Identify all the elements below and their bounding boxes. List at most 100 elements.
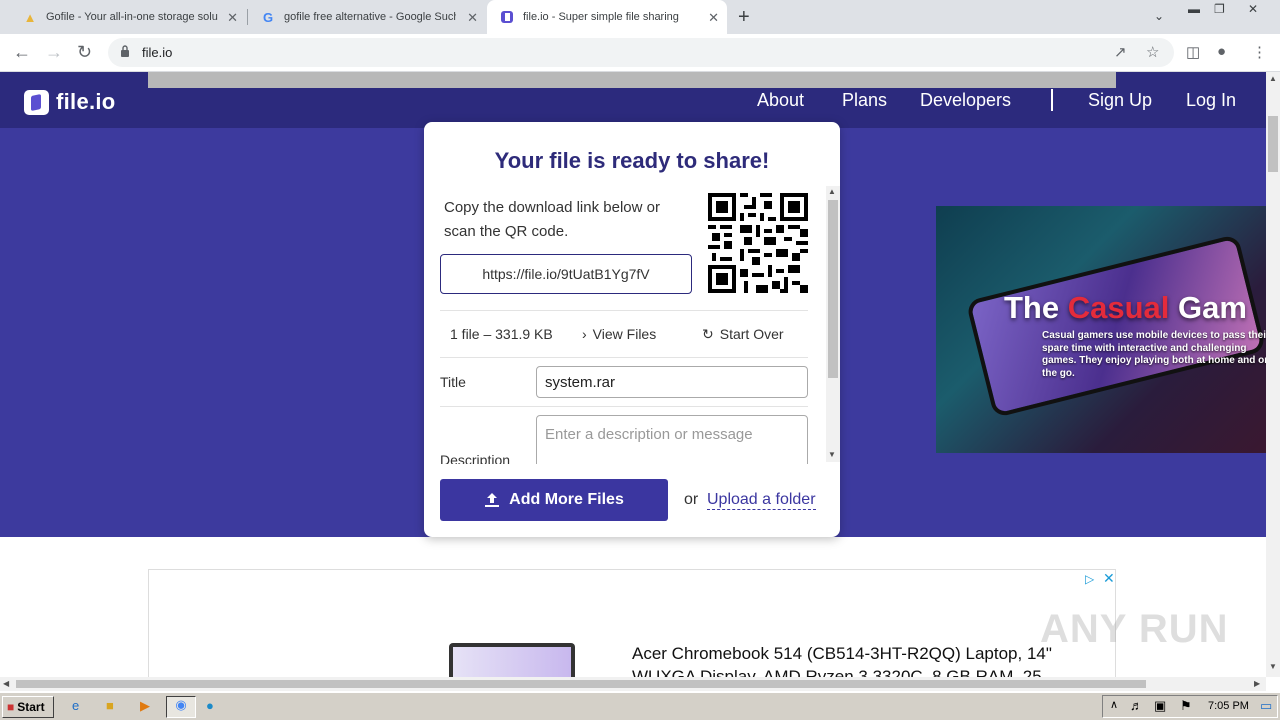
phone-image [965, 233, 1266, 419]
forward-icon[interactable]: → [45, 42, 63, 63]
scroll-down-icon[interactable]: ▼ [828, 450, 836, 459]
game-ad[interactable]: The Casual Gam Casual gamers use mobile … [936, 206, 1266, 453]
vertical-scrollbar-thumb[interactable] [1268, 116, 1278, 172]
add-more-files-button[interactable]: Add More Files [440, 479, 668, 521]
chevron-right-icon: › [582, 326, 587, 342]
close-icon[interactable]: ✕ [467, 10, 478, 26]
profile-icon[interactable]: ● [1217, 43, 1226, 60]
title-label: Title [440, 374, 466, 390]
close-icon[interactable]: ✕ [227, 10, 238, 26]
ie-icon[interactable]: e [72, 698, 79, 713]
side-panel-icon[interactable]: ◫ [1186, 43, 1200, 61]
laptop-screen [453, 647, 571, 677]
close-icon[interactable]: ✕ [708, 10, 719, 26]
page-horizontal-scrollbar[interactable]: ◀ ▶ [0, 677, 1266, 691]
share-card: Your file is ready to share! Copy the do… [424, 122, 840, 537]
ad-headline: The Casual Gam [1004, 290, 1247, 326]
nav-plans[interactable]: Plans [842, 90, 887, 111]
tab-title: Gofile - Your all-in-one storage soluti [46, 11, 218, 23]
scroll-down-icon[interactable]: ▼ [1269, 662, 1277, 671]
windows-logo-icon: ■ [7, 700, 15, 714]
scroll-up-icon[interactable]: ▲ [828, 187, 836, 196]
media-player-icon[interactable]: ▶ [140, 698, 150, 714]
folder-icon: ▲ [23, 9, 37, 25]
show-desktop-icon[interactable]: ▭ [1260, 698, 1272, 714]
divider [440, 357, 808, 358]
start-over-label: Start Over [719, 326, 784, 342]
copy-instructions: Copy the download link below or scan the… [444, 199, 660, 240]
refresh-icon: ↻ [702, 326, 714, 342]
add-more-files-label: Add More Files [509, 491, 624, 508]
ad-headline-part: The [1004, 290, 1068, 325]
edge-icon[interactable]: ● [206, 698, 214, 713]
ad-close-icon[interactable]: ✕ [1103, 570, 1115, 587]
restore-icon[interactable]: ❐ [1214, 2, 1225, 16]
webpage: file.io About Plans Developers Sign Up L… [0, 72, 1266, 677]
nav-about[interactable]: About [757, 90, 804, 111]
scroll-up-icon[interactable]: ▲ [1269, 74, 1277, 83]
start-button[interactable]: ■ Start [2, 696, 54, 718]
laptop-image [449, 643, 575, 677]
nav-login[interactable]: Log In [1186, 90, 1236, 111]
tab-fileio[interactable]: file.io - Super simple file sharing ✕ [487, 0, 727, 34]
scroll-left-icon[interactable]: ◀ [3, 679, 9, 688]
nav-developers[interactable]: Developers [920, 90, 1011, 111]
google-icon: G [262, 9, 274, 25]
qr-code [708, 193, 808, 293]
tray-expand-icon[interactable]: ∧ [1110, 698, 1118, 711]
tab-gofile[interactable]: ▲ Gofile - Your all-in-one storage solut… [10, 0, 246, 34]
tab-title: file.io - Super simple file sharing [523, 11, 679, 23]
share-icon[interactable]: ↗ [1114, 43, 1127, 61]
fileio-logo-icon [24, 89, 49, 115]
title-input[interactable] [536, 366, 808, 398]
download-link-field[interactable]: https://file.io/9tUatB1Yg7fV [440, 254, 692, 294]
card-scrollbar[interactable]: ▲ ▼ [826, 186, 840, 462]
tab-title: gofile free alternative - Google Suche [284, 11, 456, 23]
volume-icon[interactable]: ♬ [1130, 698, 1143, 713]
ad-subtext: Casual gamers use mobile devices to pass… [1042, 330, 1266, 379]
nav-divider [1051, 89, 1053, 111]
page-vertical-scrollbar[interactable]: ▲ ▼ [1266, 72, 1280, 677]
folder-icon[interactable]: ■ [106, 698, 114, 713]
chrome-icon[interactable]: ◉ [166, 696, 196, 718]
bookmark-star-icon[interactable]: ☆ [1146, 43, 1159, 61]
network-icon[interactable]: ▣ [1154, 698, 1166, 714]
tab-strip: ▲ Gofile - Your all-in-one storage solut… [0, 0, 1280, 34]
scroll-right-icon[interactable]: ▶ [1254, 679, 1260, 688]
ad-product-title[interactable]: Acer Chromebook 514 (CB514-3HT-R2QQ) Lap… [632, 644, 1052, 664]
start-over-link[interactable]: ↻ Start Over [702, 326, 784, 343]
lock-icon[interactable] [120, 45, 130, 57]
minimize-icon[interactable]: ▬ [1188, 2, 1200, 16]
chevron-down-icon[interactable]: ⌄ [1154, 9, 1164, 23]
upload-folder-link[interactable]: Upload a folder [707, 491, 816, 510]
or-label: or [684, 491, 699, 508]
card-scroll-area[interactable]: Copy the download link below or scan the… [440, 188, 836, 464]
browser-toolbar: ← → ↻ file.io ↗ ☆ ◫ ● ⋮ [0, 34, 1280, 72]
window-close-icon[interactable]: ✕ [1248, 2, 1258, 16]
top-ad-strip [148, 72, 1116, 88]
flag-icon[interactable]: ⚑ [1180, 698, 1192, 714]
tab-google[interactable]: G gofile free alternative - Google Suche… [248, 0, 486, 34]
menu-icon[interactable]: ⋮ [1252, 43, 1267, 61]
watermark: ANY RUN [1040, 607, 1229, 651]
logo-text: file.io [56, 89, 116, 114]
ad-headline-part: Gam [1169, 290, 1247, 325]
nav-signup[interactable]: Sign Up [1088, 90, 1152, 111]
ad-product-subtitle[interactable]: WUXGA Display, AMD Ryzen 3 3320C, 8 GB R… [632, 667, 1042, 677]
adchoices-icon[interactable]: ▷ [1085, 572, 1094, 586]
view-files-link[interactable]: › View Files [582, 326, 656, 342]
back-icon[interactable]: ← [13, 42, 31, 63]
product-ad[interactable]: ▷ ✕ Acer Chromebook 514 (CB514-3HT-R2QQ)… [148, 569, 1116, 677]
ad-headline-highlight: Casual [1067, 290, 1170, 325]
windows-taskbar: ■ Start e ■ ▶ ◉ ● ∧ ♬ ▣ ⚑ 7:05 PM ▭ [0, 692, 1280, 720]
new-tab-icon[interactable]: + [738, 6, 750, 29]
description-input[interactable] [536, 415, 808, 464]
description-label: Description [440, 452, 511, 464]
site-logo[interactable]: file.io [24, 89, 116, 115]
url-text: file.io [142, 45, 173, 60]
reload-icon[interactable]: ↻ [77, 42, 92, 63]
horizontal-scrollbar-thumb[interactable] [16, 680, 1146, 688]
address-bar[interactable]: file.io [108, 38, 1174, 67]
view-files-label: View Files [592, 326, 657, 342]
card-scrollbar-thumb[interactable] [828, 200, 838, 378]
